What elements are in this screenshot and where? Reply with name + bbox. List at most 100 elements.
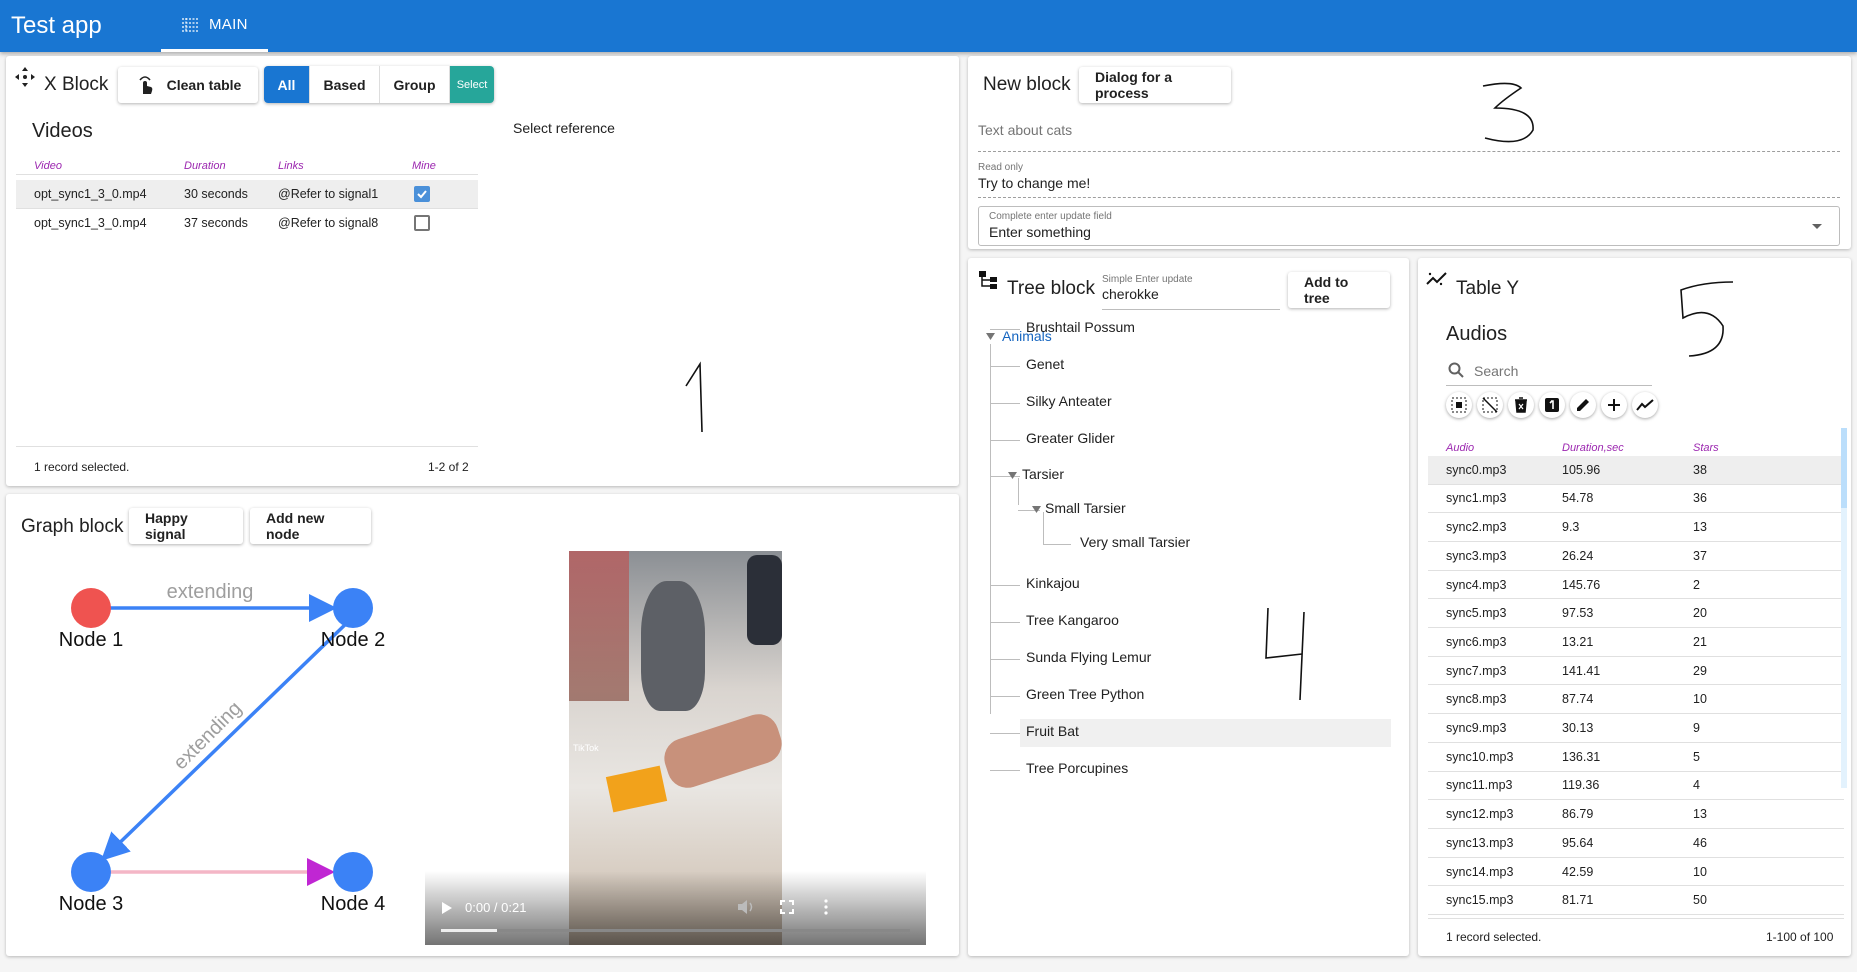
first-button[interactable] [1539,392,1565,418]
table-row[interactable]: sync11.mp3 119.36 4 [1428,772,1844,801]
table-row[interactable]: sync5.mp3 97.53 20 [1428,600,1844,628]
expand-caret-icon[interactable] [986,333,995,340]
tree-item[interactable]: Kinkajou [1026,575,1080,591]
play-icon[interactable] [441,901,453,915]
complete-label: Complete enter update field [989,211,1112,222]
cell-link[interactable]: @Refer to signal1 [278,187,378,201]
cell-duration-sec: 141.41 [1562,663,1601,678]
mine-checkbox[interactable] [414,186,430,202]
fullscreen-icon[interactable] [780,900,794,914]
move-arrows-icon [15,67,35,87]
table-row[interactable]: sync1.mp3 54.78 36 [1428,485,1844,514]
col-header-duration-sec[interactable]: Duration,sec [1562,442,1624,454]
table-row[interactable]: sync2.mp3 9.3 13 [1428,513,1844,542]
tree-item[interactable]: Silky Anteater [1026,393,1112,409]
dialog-process-button[interactable]: Dialog for a process [1079,67,1231,103]
readonly-value: Try to change me! [978,175,1091,191]
node-2[interactable] [333,588,373,628]
node-4[interactable] [333,852,373,892]
tree-item[interactable]: Tarsier [1022,466,1064,482]
add-button[interactable] [1601,392,1627,418]
select-reference-label: Select reference [513,120,615,136]
tree-item[interactable]: Brushtail Possum [1026,319,1135,335]
delete-icon [1515,397,1527,413]
col-header-links[interactable]: Links [278,160,304,172]
handwritten-number-1 [685,361,703,433]
col-header-mine[interactable]: Mine [412,160,436,172]
expand-caret-icon[interactable] [1008,472,1017,479]
tree-item[interactable]: Genet [1026,356,1064,372]
tree-item[interactable]: Very small Tarsier [1080,534,1190,550]
tree-item[interactable]: Tree Kangaroo [1026,612,1119,628]
col-header-video[interactable]: Video [34,160,62,172]
tree-item[interactable]: Sunda Flying Lemur [1026,649,1151,665]
table-y-card: Table Y Audios Search Audio Duration,sec… [1418,258,1851,956]
cell-duration-sec: 9.3 [1562,520,1580,535]
cell-duration-sec: 86.79 [1562,807,1594,822]
node-2-label: Node 2 [321,629,386,651]
tab-main[interactable]: MAIN [161,0,268,52]
table-row[interactable]: sync12.mp3 86.79 13 [1428,800,1844,829]
plus-icon [1608,399,1620,411]
happy-signal-button[interactable]: Happy signal [129,508,243,544]
cell-stars: 13 [1693,807,1707,822]
col-header-duration[interactable]: Duration [184,160,226,172]
x-footer-pagination: 1-2 of 2 [428,460,469,474]
audio-search-field[interactable]: Search [1446,356,1652,386]
add-new-node-button[interactable]: Add new node [250,508,371,544]
table-row[interactable]: sync13.mp3 95.64 46 [1428,829,1844,858]
add-to-tree-button[interactable]: Add to tree [1288,272,1390,308]
cell-link[interactable]: @Refer to signal8 [278,216,378,230]
col-header-stars[interactable]: Stars [1693,442,1719,454]
more-vert-icon[interactable] [823,899,829,915]
segment-group[interactable]: Group [380,66,450,103]
tree-item[interactable]: Small Tarsier [1045,500,1126,516]
video-progress-track[interactable] [441,929,910,932]
table-row[interactable]: opt_sync1_3_0.mp4 30 seconds @Refer to s… [16,180,478,208]
table-row[interactable]: opt_sync1_3_0.mp4 37 seconds @Refer to s… [16,209,478,237]
delete-button[interactable] [1508,392,1534,418]
edit-button[interactable] [1570,392,1596,418]
select-all-button[interactable] [1446,392,1472,418]
cell-audio: sync0.mp3 [1446,462,1507,477]
table-row[interactable]: sync9.mp3 30.13 9 [1428,714,1844,743]
table-row[interactable]: sync10.mp3 136.31 5 [1428,743,1844,772]
tree-item[interactable]: Green Tree Python [1026,686,1144,702]
table-row[interactable]: sync14.mp3 42.59 10 [1428,858,1844,887]
chart-button[interactable] [1632,392,1658,418]
cell-audio: sync7.mp3 [1446,663,1507,678]
clean-table-button[interactable]: Clean table [118,67,258,103]
graph-canvas[interactable]: extending extending Node 1 Node 2 Node 3… [26,562,406,942]
mine-checkbox[interactable] [414,215,430,231]
segment-select[interactable]: Select [450,66,494,103]
deselect-button[interactable] [1477,392,1503,418]
volume-icon[interactable] [737,899,755,915]
table-row[interactable]: sync4.mp3 145.76 2 [1428,571,1844,600]
text-about-cats-field[interactable]: Text about cats [978,122,1840,152]
node-1[interactable] [71,588,111,628]
video-player[interactable]: TikTok 0:00 / 0:21 [425,551,926,945]
tree-item[interactable]: Tree Porcupines [1026,760,1128,776]
table-row[interactable]: sync0.mp3 105.96 38 [1428,456,1844,485]
table-row[interactable]: sync7.mp3 141.41 29 [1428,657,1844,686]
tree-item[interactable]: Fruit Bat [1026,723,1079,739]
table-row[interactable]: sync15.mp3 81.71 50 [1428,887,1844,915]
handwritten-number-4 [1265,607,1305,701]
edge-2-3[interactable] [100,616,354,861]
video-watermark: TikTok [573,743,599,753]
segment-based[interactable]: Based [310,66,380,103]
audio-scrollbar[interactable] [1841,428,1847,788]
simple-enter-field[interactable]: Simple Enter update cherokke [1102,274,1280,310]
table-row[interactable]: sync8.mp3 87.74 10 [1428,686,1844,715]
tree-item[interactable]: Greater Glider [1026,430,1115,446]
node-3[interactable] [71,852,111,892]
col-header-audio[interactable]: Audio [1446,442,1474,454]
dropdown-arrow-icon[interactable] [1811,223,1823,231]
table-row[interactable]: sync3.mp3 26.24 37 [1428,542,1844,571]
cell-duration-sec: 81.71 [1562,893,1594,908]
expand-caret-icon[interactable] [1032,506,1041,513]
table-row[interactable]: sync6.mp3 13.21 21 [1428,628,1844,657]
segment-all[interactable]: All [264,66,310,103]
complete-enter-field[interactable]: Complete enter update field Enter someth… [978,206,1840,246]
cell-stars: 38 [1693,462,1707,477]
